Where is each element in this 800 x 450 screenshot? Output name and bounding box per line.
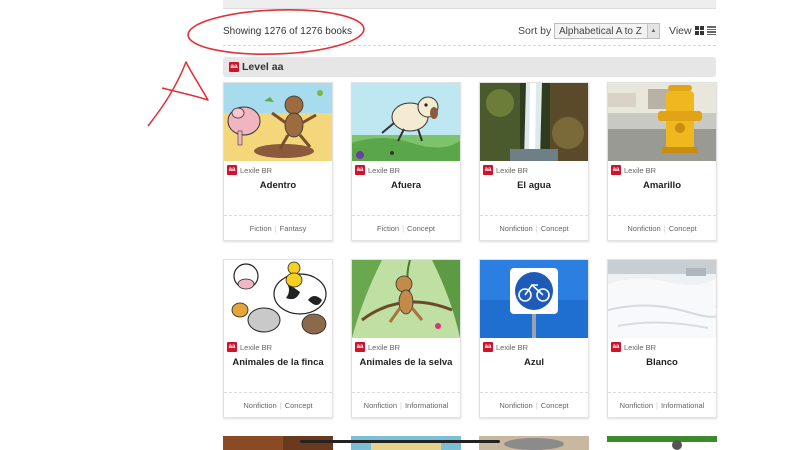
divider (352, 215, 460, 216)
level-badge-icon: aa (483, 342, 493, 352)
chevron-down-icon: ▲ (647, 24, 659, 38)
divider (352, 392, 460, 393)
book-tags: Nonfiction | Concept (627, 224, 697, 233)
book-card-partial[interactable] (479, 436, 589, 450)
book-card-partial[interactable] (223, 436, 333, 450)
book-tags: Fiction | Concept (377, 224, 435, 233)
divider (608, 392, 716, 393)
level-badge-icon: aa (355, 342, 365, 352)
book-cover-image (352, 83, 460, 161)
book-title: Animales de la selva (359, 357, 453, 368)
lexile-level: Lexile BR (368, 343, 401, 352)
tag: Nonfiction (499, 224, 533, 233)
book-cover-image (608, 260, 716, 338)
book-title: El agua (517, 180, 551, 191)
book-cover-image (223, 436, 333, 450)
tag: Concept (540, 224, 569, 233)
book-cover-image (352, 260, 460, 338)
grid-view-icon[interactable] (695, 26, 704, 35)
tag: Nonfiction (619, 401, 654, 410)
book-tags: Nonfiction | Informational (363, 401, 449, 410)
tag: Nonfiction (363, 401, 398, 410)
sort-label: Sort by (518, 25, 552, 37)
book-cover-image (607, 436, 717, 450)
book-cover-image (224, 83, 332, 161)
results-count: Showing 1276 of 1276 books (223, 26, 352, 37)
book-cover-image (480, 260, 588, 338)
lexile-level: Lexile BR (368, 166, 401, 175)
lexile-level: Lexile BR (496, 166, 529, 175)
book-cover-image (480, 83, 588, 161)
tag: Informational (660, 401, 705, 410)
list-view-icon[interactable] (707, 26, 716, 35)
book-tags: Fiction | Fantasy (249, 224, 307, 233)
lexile-level: Lexile BR (624, 343, 657, 352)
divider (608, 215, 716, 216)
scroll-indicator (300, 440, 500, 443)
book-title: Azul (523, 357, 545, 368)
book-tags: Nonfiction | Concept (243, 401, 313, 410)
book-card-animales-de-la-selva[interactable]: aa Lexile BR Animales de la selva Nonfic… (351, 259, 461, 418)
book-tags: Nonfiction | Informational (619, 401, 705, 410)
book-title: Animales de la finca (232, 357, 324, 368)
level-badge-icon: aa (611, 342, 621, 352)
tag: Fantasy (279, 224, 307, 233)
book-card-blanco[interactable]: aa Lexile BR Blanco Nonfiction | Informati… (607, 259, 717, 418)
book-card-partial[interactable] (351, 436, 461, 450)
book-cover-image (608, 83, 716, 161)
book-title: Amarillo (642, 180, 681, 191)
top-strip (223, 0, 716, 9)
divider (480, 392, 588, 393)
divider (224, 215, 332, 216)
level-badge-icon: aa (483, 165, 493, 175)
view-label: View (669, 25, 692, 37)
book-card-amarillo[interactable]: aa Lexile BR Amarillo Nonfiction | Concept (607, 82, 717, 241)
book-cover-image (351, 436, 461, 450)
level-badge-icon: aa (229, 62, 239, 72)
book-card-azul[interactable]: aa Lexile BR Azul Nonfiction | Concept (479, 259, 589, 418)
tag: Fiction (377, 224, 400, 233)
level-title: Level aa (242, 61, 284, 73)
book-cover-image (224, 260, 332, 338)
book-cover-image (479, 436, 589, 450)
tag: Concept (407, 224, 435, 233)
lexile-level: Lexile BR (240, 166, 273, 175)
level-badge-icon: aa (227, 165, 237, 175)
book-title: Afuera (390, 180, 422, 191)
book-card-adentro[interactable]: aa Lexile BR Adentro Fiction | Fantasy (223, 82, 333, 241)
book-card-animales-de-la-finca[interactable]: aa Lexile BR Animales de la finca Nonfic… (223, 259, 333, 418)
lexile-level: Lexile BR (624, 166, 657, 175)
lexile-level: Lexile BR (240, 343, 273, 352)
book-title: Blanco (646, 357, 678, 368)
book-title: Adentro (259, 180, 297, 191)
level-badge-icon: aa (611, 165, 621, 175)
book-card-el-agua[interactable]: aa Lexile BR El agua Nonfiction | Concept (479, 82, 589, 241)
divider (480, 215, 588, 216)
tag: Concept (540, 401, 569, 410)
tag: Informational (404, 401, 449, 410)
tag: Nonfiction (627, 224, 661, 233)
level-badge-icon: aa (227, 342, 237, 352)
sort-select[interactable]: Alphabetical A to Z ▲ (554, 23, 660, 39)
level-badge-icon: aa (355, 165, 365, 175)
book-card-partial[interactable] (607, 436, 717, 450)
book-tags: Nonfiction | Concept (499, 224, 569, 233)
results-bar: Showing 1276 of 1276 books Sort by Alpha… (223, 14, 716, 46)
book-tags: Nonfiction | Concept (499, 401, 569, 410)
divider (224, 392, 332, 393)
tag: Concept (668, 224, 697, 233)
level-header: aa Level aa (223, 57, 716, 77)
tag: Nonfiction (499, 401, 533, 410)
tag: Fiction (249, 224, 272, 233)
sort-select-value: Alphabetical A to Z (559, 26, 642, 37)
tag: Concept (284, 401, 313, 410)
lexile-level: Lexile BR (496, 343, 529, 352)
book-card-afuera[interactable]: aa Lexile BR Afuera Fiction | Concept (351, 82, 461, 241)
tag: Nonfiction (243, 401, 277, 410)
